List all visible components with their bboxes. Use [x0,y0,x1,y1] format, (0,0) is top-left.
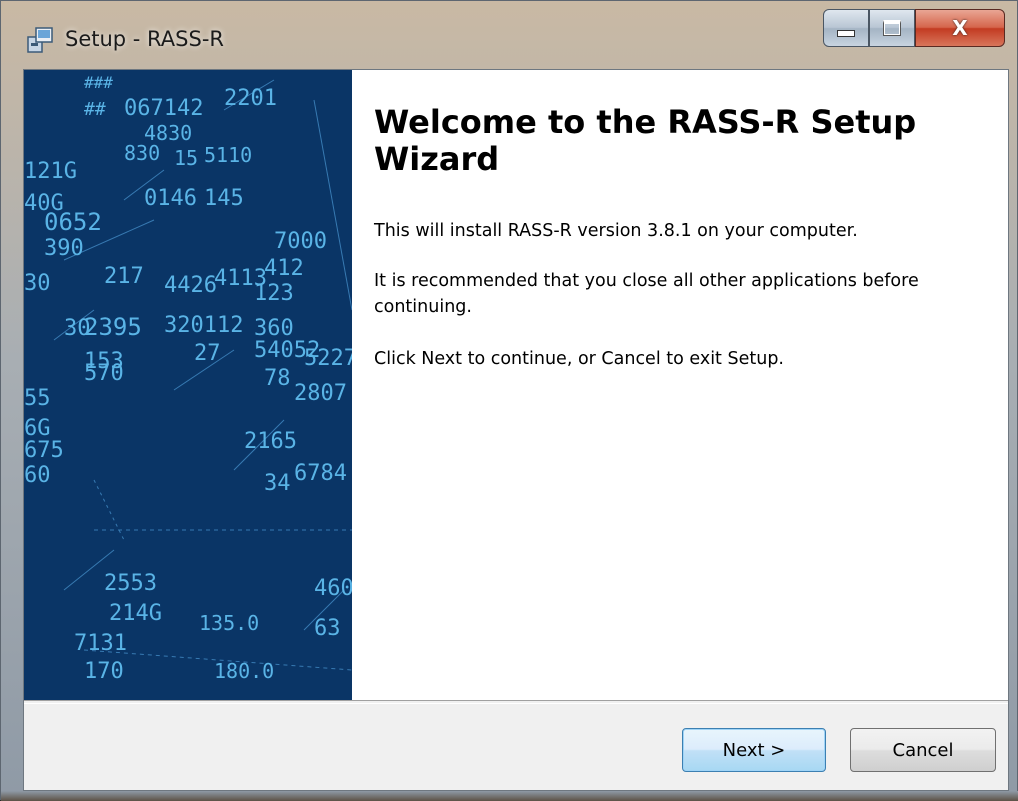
radar-label: 7000 [274,229,327,254]
radar-label: 570 [84,361,124,386]
radar-label: 27 [194,341,221,366]
welcome-panel: Welcome to the RASS-R Setup Wizard This … [352,70,1008,700]
radar-display-image: ### 067142 ## 2201 4830 830 15 5110 121G 40G 0146 1… [24,70,352,700]
welcome-heading: Welcome to the RASS-R Setup Wizard [374,103,917,178]
window-title: Setup - RASS-R [65,27,224,51]
install-info-text: This will install RASS-R version 3.8.1 o… [374,221,858,241]
maximize-button [869,9,915,47]
radar-label: 217 [104,264,144,289]
radar-label: 2201 [224,86,277,111]
radar-label: 135.0 [199,611,259,635]
radar-label: 412 [264,256,304,281]
radar-label: 55 [24,386,51,411]
radar-label: 0652 [44,208,102,236]
radar-label: 5227 [304,346,352,371]
radar-label: ## [84,99,106,120]
radar-label: 0146 [144,186,197,211]
radar-label: 7131 [74,631,127,656]
instruction-text: Click Next to continue, or Cancel to exi… [374,349,784,369]
radar-label: 2807 [294,381,347,406]
radar-label: 170 [84,659,124,684]
close-button[interactable]: X [915,9,1005,47]
maximize-icon [883,20,901,36]
window-frame: Setup - RASS-R X ### 067142 ## 2201 4830… [0,0,1018,801]
minimize-icon [837,29,855,37]
radar-svg: ###067142## 22014830830 15 5110121G40G 0146 1… [24,73,352,684]
radar-label: 460 [314,576,352,601]
radar-label: 121G [24,159,77,184]
radar-label: 34 [264,471,291,496]
setup-installer-icon [27,27,53,53]
radar-label: 63 [314,616,341,641]
recommendation-text: It is recommended that you close all oth… [374,271,919,317]
radar-label: 78 [264,366,291,391]
radar-label: 5110 [204,143,252,167]
radar-label: 180.0 [214,659,274,683]
radar-label: 067142 [124,96,203,121]
title-bar[interactable]: Setup - RASS-R X [1,1,1017,69]
radar-label: ### [84,73,113,92]
radar-label: 675 [24,438,64,463]
radar-label: 4426 [164,273,217,298]
radar-label: 320112 [164,313,243,338]
radar-label: 2165 [244,429,297,454]
radar-label: 2553 [104,571,157,596]
radar-label: 15 [174,146,198,170]
radar-label: 145 [204,186,244,211]
caption-buttons: X [823,9,1005,49]
cancel-button[interactable]: Cancel [850,728,996,772]
radar-label: 830 [124,141,160,165]
button-area-separator [24,700,1008,704]
radar-label: 6784 [294,461,347,486]
radar-label: 214G [109,601,162,626]
close-icon: X [952,16,968,40]
minimize-button[interactable] [823,9,869,47]
next-button[interactable]: Next > [682,728,826,772]
radar-label: 60 [24,463,51,488]
radar-label: 123 [254,281,294,306]
radar-label: 2395 [84,313,142,341]
radar-label: 390 [44,236,84,261]
wizard-client-area: ### 067142 ## 2201 4830 830 15 5110 121G 40G 0146 1… [23,69,1009,791]
radar-label: 30 [24,271,51,296]
